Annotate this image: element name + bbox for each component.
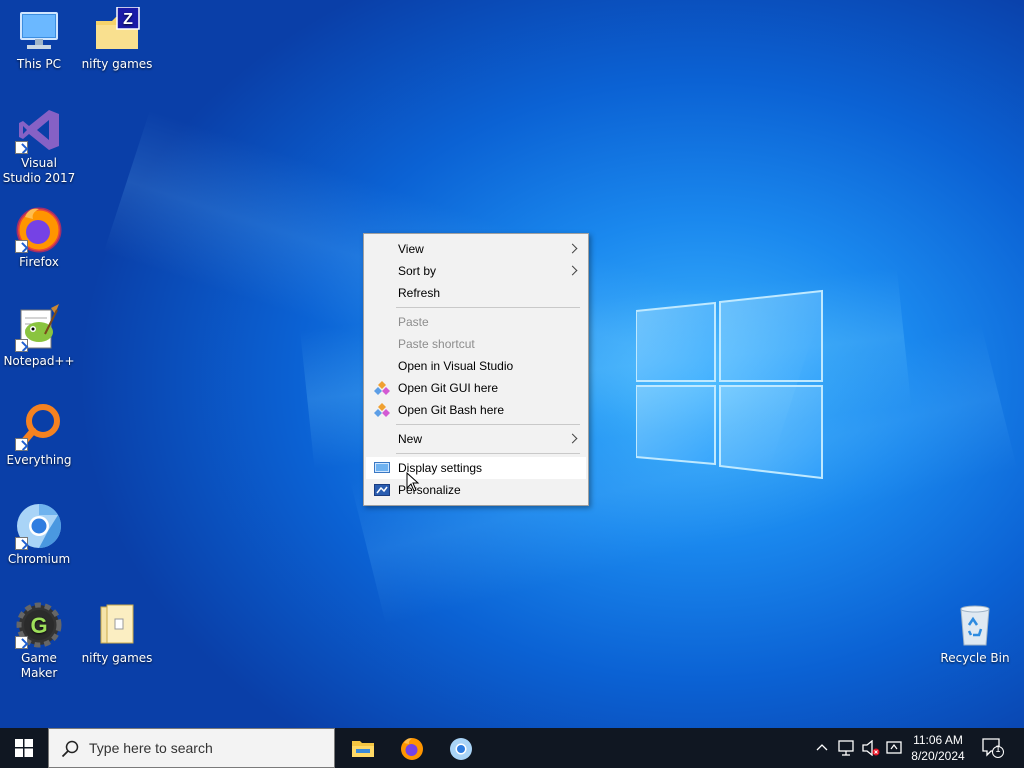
firefox-icon	[401, 738, 423, 760]
chevron-right-icon	[567, 433, 578, 444]
clock-date: 8/20/2024	[911, 749, 965, 763]
chromium-icon	[450, 738, 472, 760]
everything-search-icon	[15, 403, 63, 451]
desktop-icon-label: Visual Studio 2017	[2, 156, 76, 185]
menu-item-label: New	[398, 432, 423, 446]
taskbar-firefox[interactable]	[387, 728, 435, 768]
shortcut-arrow-icon	[15, 339, 28, 352]
taskbar-file-explorer[interactable]	[338, 728, 386, 768]
desktop-icon-nifty-games-folder[interactable]: nifty games	[79, 601, 155, 666]
desktop-icon-label: nifty games	[81, 651, 153, 665]
start-button[interactable]	[0, 728, 48, 768]
chromium-icon	[15, 502, 63, 550]
menu-item-paste-shortcut: Paste shortcut	[366, 333, 586, 355]
menu-item-label: View	[398, 242, 424, 256]
menu-item-paste: Paste	[366, 311, 586, 333]
windows-start-icon	[15, 739, 33, 757]
desktop-icon-firefox[interactable]: Firefox	[1, 205, 77, 270]
menu-item-label: Paste shortcut	[398, 337, 475, 351]
git-icon	[374, 403, 390, 417]
menu-item-label: Paste	[398, 315, 429, 329]
desktop-icon-label: Firefox	[19, 255, 59, 269]
visual-studio-icon	[15, 106, 63, 154]
search-placeholder: Type here to search	[89, 740, 213, 756]
desktop-icon-game-maker[interactable]: G Game Maker	[1, 601, 77, 681]
taskbar-search-box[interactable]: Type here to search	[48, 728, 335, 768]
menu-item-open-git-gui[interactable]: Open Git GUI here	[366, 377, 586, 399]
shortcut-arrow-icon	[15, 240, 28, 253]
desktop-context-menu: View Sort by Refresh Paste Paste shortcu…	[363, 233, 589, 506]
folder-icon	[93, 601, 141, 649]
taskbar: Type here to search 11:06 AM 8/20/2024 1	[0, 728, 1024, 768]
network-icon[interactable]	[838, 740, 856, 756]
shortcut-arrow-icon	[15, 537, 28, 550]
file-explorer-icon	[352, 741, 374, 757]
menu-separator	[396, 307, 580, 308]
computer-icon	[15, 7, 63, 55]
shortcut-arrow-icon	[15, 141, 28, 154]
desktop-icon-label: Notepad++	[3, 354, 75, 368]
desktop-icon-label: Recycle Bin	[940, 651, 1010, 665]
chevron-right-icon	[567, 243, 578, 254]
desktop-icon-label: Everything	[6, 453, 72, 467]
show-hidden-icons-chevron-icon[interactable]	[816, 740, 828, 754]
svg-text:Z: Z	[123, 11, 133, 28]
desktop-icon-notepad-plus-plus[interactable]: Notepad++	[1, 304, 77, 369]
volume-muted-icon[interactable]	[862, 740, 880, 756]
desktop-icon-label: Game Maker	[20, 651, 58, 680]
menu-separator	[396, 424, 580, 425]
shortcut-arrow-icon	[15, 636, 28, 649]
zip-folder-icon: Z	[93, 6, 141, 55]
search-icon	[61, 740, 79, 758]
menu-item-label: Open Git GUI here	[398, 381, 499, 395]
menu-item-label: Open Git Bash here	[398, 403, 505, 417]
taskbar-chromium[interactable]	[436, 728, 484, 768]
menu-item-label: Refresh	[398, 286, 441, 300]
menu-item-label: Sort by	[398, 264, 437, 278]
svg-text:G: G	[30, 613, 47, 638]
git-icon	[374, 381, 390, 395]
display-icon	[374, 462, 390, 473]
firefox-icon	[15, 205, 63, 253]
menu-item-open-git-bash[interactable]: Open Git Bash here	[366, 399, 586, 421]
notification-count-badge: 1	[995, 745, 1001, 755]
desktop-icon-label: nifty games	[81, 57, 153, 71]
menu-item-new[interactable]: New	[366, 428, 586, 450]
shortcut-arrow-icon	[15, 438, 28, 451]
desktop-icon-visual-studio[interactable]: Visual Studio 2017	[1, 106, 77, 186]
desktop-icon-nifty-games-zip[interactable]: Z nifty games	[79, 6, 155, 72]
menu-item-refresh[interactable]: Refresh	[366, 282, 586, 304]
recycle-bin-icon	[951, 601, 999, 649]
personalize-icon	[374, 484, 390, 496]
clock-time: 11:06 AM	[913, 733, 963, 747]
menu-item-sort-by[interactable]: Sort by	[366, 260, 586, 282]
desktop-icon-recycle-bin[interactable]: Recycle Bin	[937, 601, 1013, 666]
menu-separator	[396, 453, 580, 454]
menu-item-view[interactable]: View	[366, 238, 586, 260]
game-maker-icon: G	[15, 601, 63, 649]
menu-item-display-settings[interactable]: Display settings	[366, 457, 586, 479]
taskbar-clock[interactable]: 11:06 AM 8/20/2024	[898, 732, 978, 764]
notepad-plus-plus-icon	[15, 304, 63, 352]
menu-item-open-in-visual-studio[interactable]: Open in Visual Studio	[366, 355, 586, 377]
menu-item-personalize[interactable]: Personalize	[366, 479, 586, 501]
windows-logo-wallpaper	[636, 289, 823, 479]
mouse-cursor-icon	[406, 472, 420, 492]
desktop[interactable]: This PC Z nifty games Visual Studio 2017	[0, 0, 1024, 728]
menu-item-label: Open in Visual Studio	[398, 359, 514, 373]
desktop-icon-chromium[interactable]: Chromium	[1, 502, 77, 567]
desktop-icon-this-pc[interactable]: This PC	[1, 7, 77, 72]
desktop-icon-everything[interactable]: Everything	[1, 403, 77, 468]
desktop-icon-label: Chromium	[7, 552, 71, 566]
desktop-icon-label: This PC	[17, 57, 61, 71]
action-center-button[interactable]: 1	[982, 738, 1004, 762]
chevron-right-icon	[567, 265, 578, 276]
